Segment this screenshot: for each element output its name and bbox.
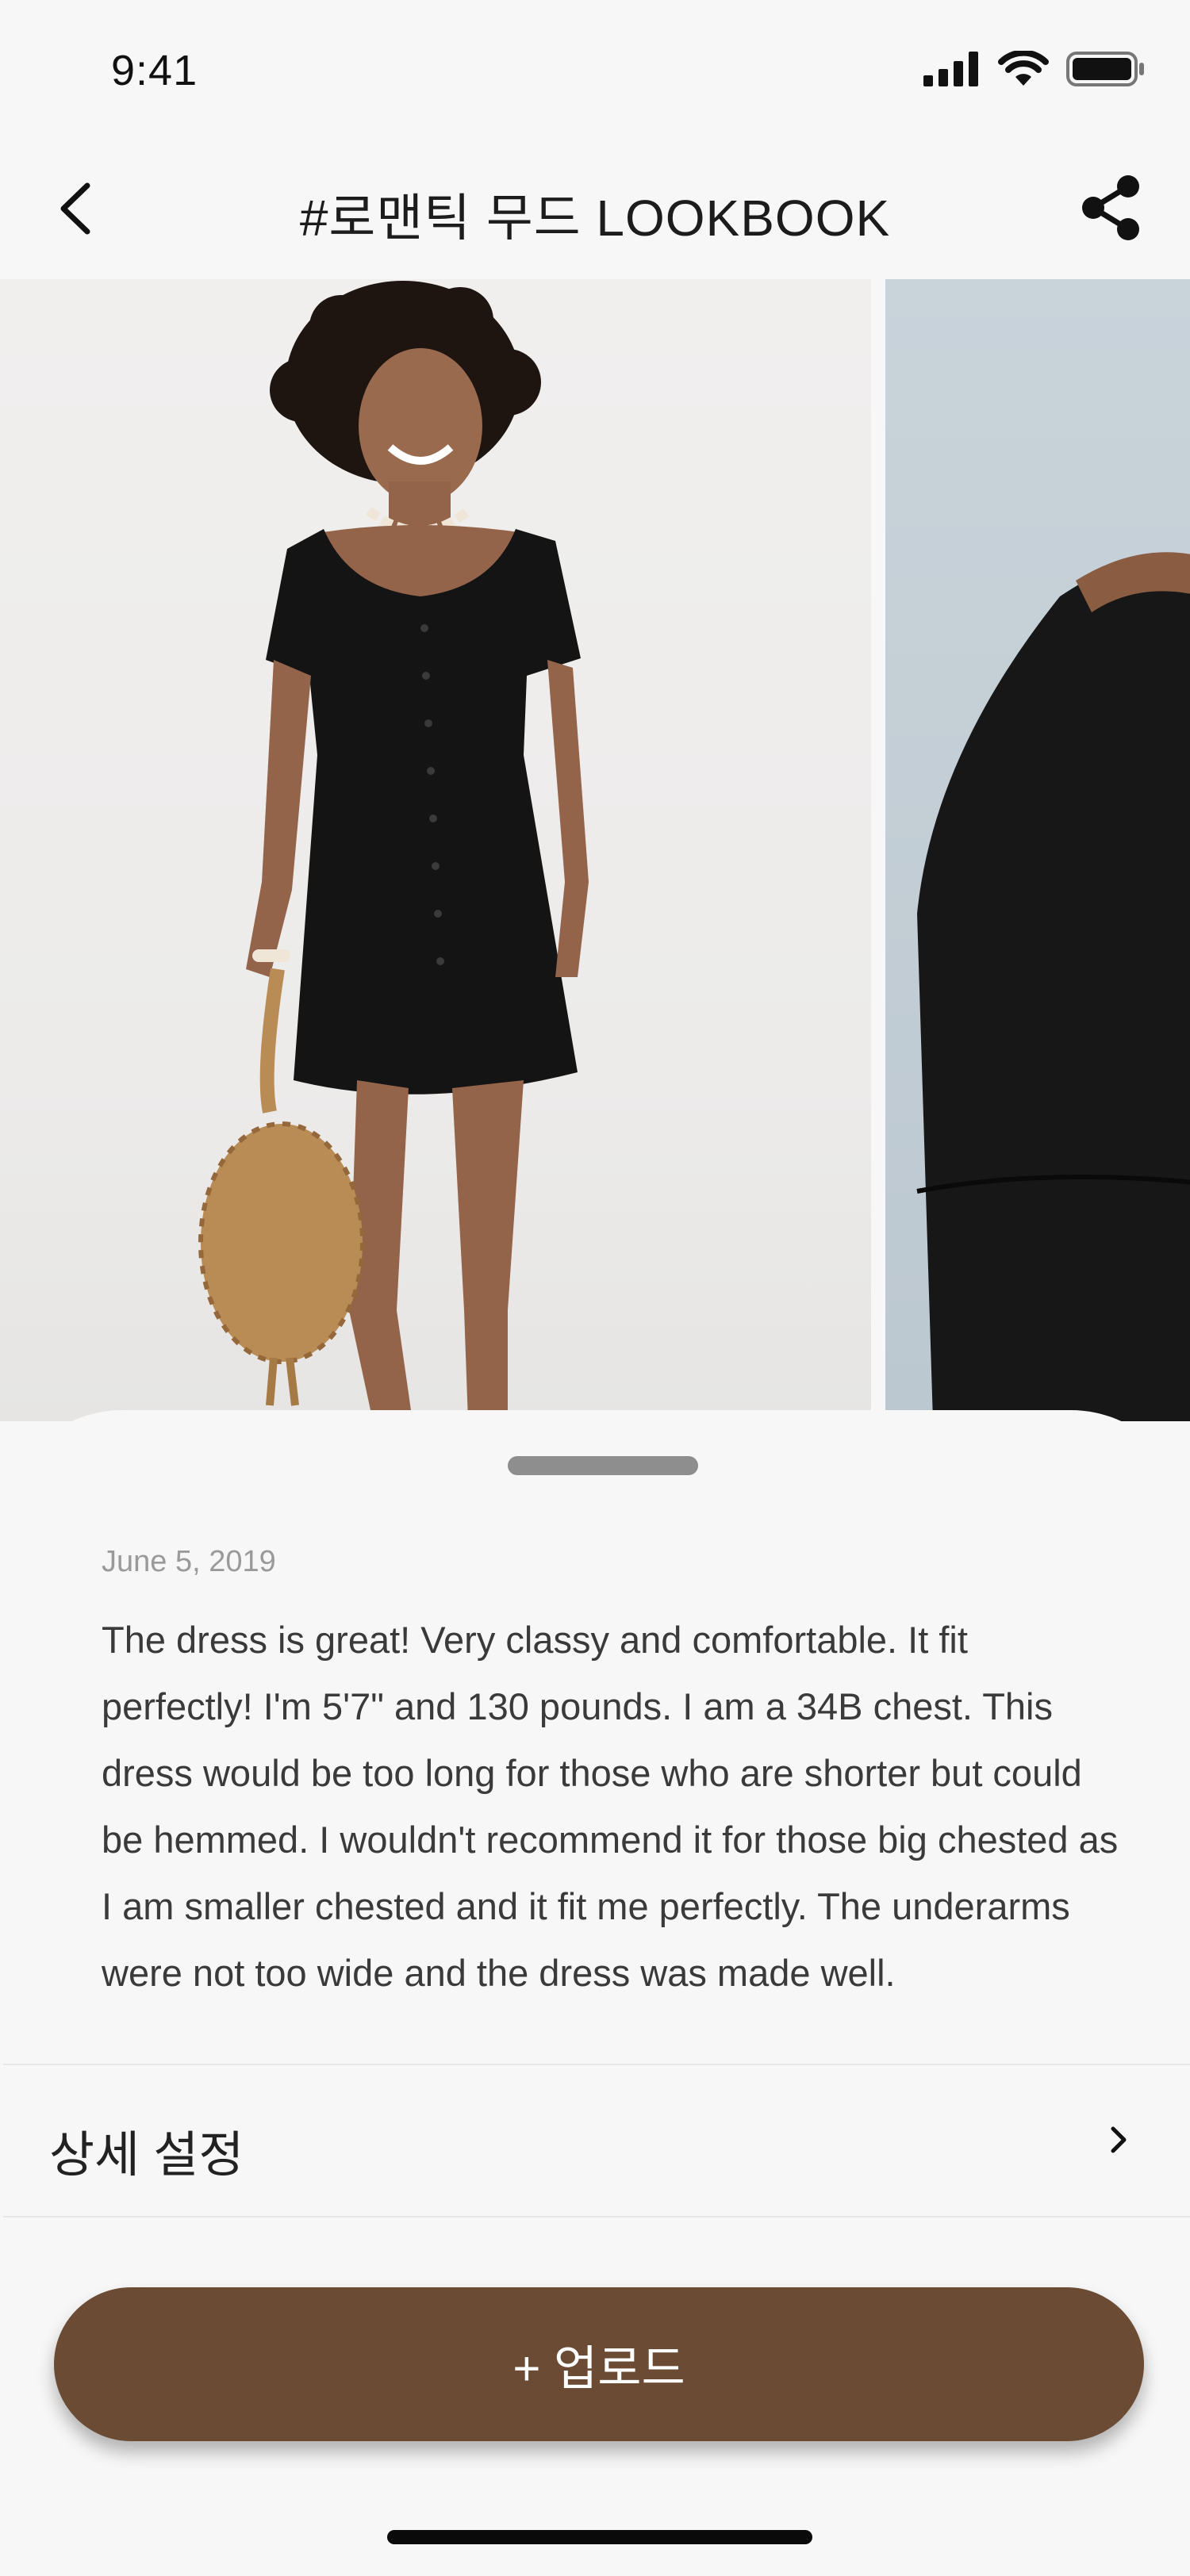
review-line: I am smaller chested and it fit me perfe… (102, 1885, 1070, 1927)
chevron-right-icon (1095, 2116, 1142, 2164)
detail-settings-label: 상세 설정 (49, 2128, 244, 2183)
review-line: perfectly! I'm 5'7" and 130 pounds. I am… (102, 1685, 1053, 1727)
review-sheet: June 5, 2019 The dress is great! Very cl… (3, 1410, 1190, 2576)
divider (3, 2216, 1190, 2218)
share-icon (1079, 174, 1142, 246)
status-time: 9:41 (111, 47, 198, 94)
review-text: The dress is great! Very classy and comf… (102, 1607, 1133, 2007)
battery-icon (1066, 51, 1146, 91)
page-title: #로맨틱 무드 LOOKBOOK (299, 190, 891, 247)
share-button[interactable] (1071, 170, 1150, 249)
home-indicator[interactable] (387, 2530, 812, 2544)
review-date: June 5, 2019 (102, 1545, 276, 1578)
status-icons (923, 49, 1146, 91)
review-line: were not too wide and the dress was made… (102, 1952, 896, 1994)
sheet-drag-handle[interactable] (508, 1456, 698, 1475)
upload-button[interactable]: + 업로드 (54, 2287, 1144, 2441)
review-line: The dress is great! Very classy and comf… (102, 1619, 968, 1661)
signal-icon (923, 52, 981, 90)
status-bar: 9:41 (0, 0, 1190, 143)
lookbook-photo[interactable] (0, 279, 871, 1421)
model-illustration (198, 281, 589, 1421)
model-closeup-illustration (916, 552, 1190, 1421)
nav-bar: #로맨틱 무드 LOOKBOOK (0, 143, 1190, 278)
wifi-icon (998, 49, 1049, 91)
review-line: dress would be too long for those who ar… (102, 1752, 1082, 1794)
lookbook-photo[interactable] (885, 279, 1190, 1421)
review-line: be hemmed. I wouldn't recommend it for t… (102, 1819, 1119, 1861)
lookbook-gallery[interactable] (0, 279, 1190, 1421)
detail-settings-row[interactable]: 상세 설정 (3, 2065, 1190, 2216)
